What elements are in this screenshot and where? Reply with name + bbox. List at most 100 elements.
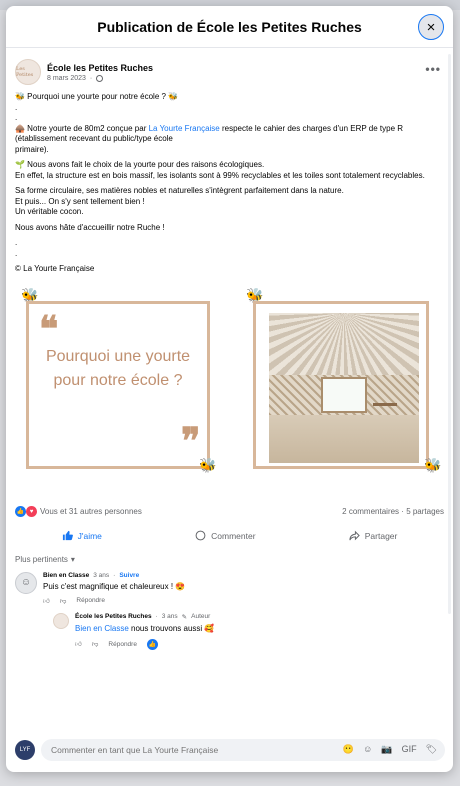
thumbs-up-icon	[62, 530, 73, 541]
post-date[interactable]: 8 mars 2023	[47, 75, 86, 82]
reply-actions: 👍︎ 👎︎ Répondre 👍	[75, 638, 214, 650]
comment-composer: LYF 😶 ☺ 📷 GIF 🏷	[15, 738, 445, 762]
post-paragraph-1: 🛖 Notre yourte de 80m2 conçue par La You…	[15, 124, 444, 145]
yurt-floor	[269, 414, 419, 463]
post-line-dot: .	[15, 102, 18, 112]
p1-text-c: primaire).	[15, 144, 49, 154]
yurt-table	[373, 402, 397, 417]
reply-body: École les Petites Ruches · 3 ans ✎ Auteu…	[75, 613, 214, 650]
modal-header: Publication de École les Petites Ruches …	[6, 6, 453, 48]
author-block: École les Petites Ruches 8 mars 2023 ·	[47, 63, 153, 82]
post-meta: 8 mars 2023 ·	[47, 74, 153, 82]
comment-time[interactable]: 3 ans	[93, 572, 109, 579]
reply-text: Bien en Classe nous trouvons aussi 🥰	[75, 624, 214, 633]
like-reaction-icon: 👍	[146, 638, 158, 650]
comment-body: Bien en Classe 3 ans · Suivre Puis c'est…	[43, 572, 185, 605]
yurt-interior-photo	[269, 312, 419, 463]
camera-icon[interactable]: 📷	[381, 744, 392, 755]
reply-author[interactable]: École les Petites Ruches	[75, 613, 152, 620]
post-paragraph-5: Et puis... On s'y sent tellement bien !	[15, 196, 145, 206]
action-bar: J'aime Commenter Partager	[15, 525, 444, 547]
reply-time[interactable]: 3 ans	[162, 613, 178, 620]
commenter-name[interactable]: Bien en Classe	[43, 572, 89, 579]
follow-button[interactable]: Suivre	[119, 572, 139, 579]
comment-sort[interactable]: Plus pertinents ▾	[6, 547, 453, 564]
comment-bubble-icon	[195, 530, 206, 541]
gif-icon[interactable]: GIF	[402, 744, 417, 755]
post-line-dot: .	[15, 248, 18, 258]
commenter-avatar[interactable]: ☺	[15, 571, 37, 594]
quote-open-icon: ❝	[39, 307, 59, 350]
yourte-link[interactable]: La Yourte Française	[149, 124, 220, 133]
avatar-sticker-icon[interactable]: 😶	[343, 744, 354, 755]
pencil-icon: ✎	[181, 613, 188, 621]
thumbs-up-icon[interactable]: 👍︎	[75, 640, 82, 648]
comment-label: Commenter	[211, 530, 256, 541]
my-avatar[interactable]: LYF	[15, 740, 35, 760]
comment-count[interactable]: 2 commentaires	[342, 507, 399, 516]
separator-dot: ·	[155, 613, 158, 620]
more-options-icon[interactable]: •••	[425, 62, 441, 76]
mention-link[interactable]: Bien en Classe	[75, 624, 129, 633]
post-modal: Publication de École les Petites Ruches …	[6, 6, 453, 772]
modal-title: Publication de École les Petites Ruches	[97, 18, 362, 35]
thumbs-down-icon[interactable]: 👎︎	[60, 597, 67, 605]
post-credit: © La Yourte Française	[15, 264, 95, 273]
reactions-bar: 👍 ♥ Vous et 31 autres personnes 2 commen…	[6, 501, 453, 523]
composer-icons: 😶 ☺ 📷 GIF 🏷	[343, 744, 437, 755]
post-line-dot: .	[15, 238, 18, 247]
reaction-summary[interactable]: 👍 ♥ Vous et 31 autres personnes	[15, 506, 142, 517]
globe-icon	[96, 74, 104, 82]
reply-button[interactable]: Répondre	[108, 641, 137, 648]
yurt-roof	[269, 312, 419, 383]
comment-button[interactable]: Commenter	[195, 530, 256, 541]
post-header: Les Petites École les Petites Ruches 8 m…	[6, 48, 453, 86]
like-button[interactable]: J'aime	[62, 530, 102, 541]
image-card-text[interactable]: 🐝 ❝ Pourquoi une yourte pour notre école…	[13, 282, 217, 493]
post-line-dot: .	[15, 113, 18, 122]
post-line-title: 🐝 Pourquoi une yourte pour notre école ?…	[15, 92, 179, 101]
yurt-window	[321, 376, 367, 413]
post-paragraph-7: Nous avons hâte d'accueillir notre Ruche…	[15, 222, 165, 232]
thumbs-up-icon[interactable]: 👍︎	[43, 597, 50, 605]
post-paragraph-4: Sa forme circulaire, ses matières nobles…	[15, 186, 344, 195]
card-headline: Pourquoi une yourte pour notre école ?	[45, 347, 191, 389]
share-label: Partager	[364, 530, 398, 541]
reply-avatar[interactable]	[53, 612, 69, 629]
like-reaction-icon: 👍	[15, 506, 26, 517]
reaction-count[interactable]: Vous et 31 autres personnes	[40, 507, 142, 516]
reply-button[interactable]: Répondre	[76, 597, 105, 604]
p1-text-a: 🛖 Notre yourte de 80m2 conçue par	[15, 123, 149, 133]
like-label: J'aime	[77, 530, 102, 541]
post-paragraph-6: Un véritable cocon.	[15, 207, 84, 216]
comment-header: Bien en Classe 3 ans · Suivre	[43, 572, 185, 579]
thumbs-down-icon[interactable]: 👎︎	[92, 640, 99, 648]
post-author[interactable]: École les Petites Ruches	[47, 63, 153, 73]
reply-text-content: nous trouvons aussi 🥰	[128, 623, 215, 633]
emoji-icon[interactable]: ☺	[363, 744, 372, 755]
post-paragraph-3: En effet, la structure est en bois massi…	[15, 170, 425, 180]
love-reaction-icon: ♥	[26, 506, 37, 517]
share-arrow-icon	[349, 530, 360, 541]
reply-item: École les Petites Ruches · 3 ans ✎ Auteu…	[6, 605, 453, 650]
comment-item: ☺ Bien en Classe 3 ans · Suivre Puis c'e…	[6, 564, 453, 605]
page-avatar[interactable]: Les Petites	[15, 59, 41, 85]
share-button[interactable]: Partager	[349, 530, 398, 541]
sticker-icon[interactable]: 🏷	[426, 744, 437, 755]
quote-close-icon: ❞	[181, 419, 201, 462]
separator-dot: ·	[89, 74, 93, 82]
post-paragraph-2: 🌱 Nous avons fait le choix de la yourte …	[15, 160, 265, 169]
bee-icon: 🐝	[424, 456, 442, 473]
close-icon[interactable]: ×	[418, 14, 444, 40]
post-images: 🐝 ❝ Pourquoi une yourte pour notre école…	[6, 282, 453, 493]
comment-actions: 👍︎ 👎︎ Répondre	[43, 597, 185, 605]
share-count[interactable]: 5 partages	[406, 507, 444, 516]
chevron-down-icon: ▾	[70, 554, 75, 564]
sort-label: Plus pertinents	[15, 554, 68, 564]
post-text: 🐝 Pourquoi une yourte pour notre école ?…	[6, 86, 453, 275]
image-card-photo[interactable]: 🐝 🐝	[238, 282, 442, 493]
author-badge: Auteur	[191, 613, 211, 620]
scrollbar[interactable]	[448, 54, 451, 614]
comment-text: Puis c'est magnifique et chaleureux ! 😍	[43, 581, 186, 591]
bee-icon: 🐝	[199, 456, 217, 473]
